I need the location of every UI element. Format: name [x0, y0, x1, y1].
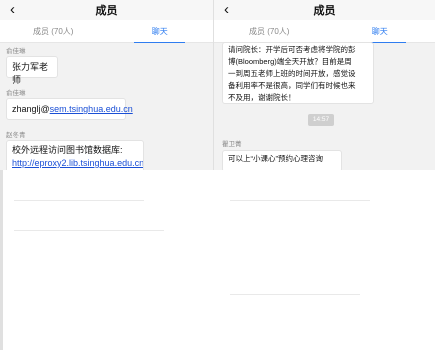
message-sender: 俞佳琳 — [6, 90, 26, 97]
tab-chat[interactable]: 聊天 — [325, 20, 435, 43]
left-edge-bar — [0, 170, 3, 350]
page-title: 成员 — [313, 5, 336, 17]
message-text-line: 一到周五老师上班的时间开放，感觉设 — [228, 69, 356, 78]
message-text: zhanglj@ — [12, 104, 50, 114]
faded-line — [230, 294, 360, 295]
message-text: 可以上“小课心”预约心理咨询 — [228, 154, 323, 163]
blank-area — [0, 170, 435, 350]
message-bubble[interactable]: 请问院长：开学后可否考虑将学院的彭 博(Bloomberg)端全天开放？目前是周… — [222, 42, 374, 104]
message-text: 校外远程访问图书馆数据库: — [12, 145, 123, 155]
screenshot-top: ‹ 成员 成员 (70人) 聊天 俞佳琳 张力军老师 俞佳琳 zhanglj@s… — [0, 0, 435, 170]
message-bubble[interactable]: zhanglj@sem.tsinghua.edu.cn — [6, 98, 133, 120]
chat-panel-left: ‹ 成员 成员 (70人) 聊天 俞佳琳 张力军老师 俞佳琳 zhanglj@s… — [0, 0, 213, 170]
timestamp-chip: 14:57 — [308, 114, 334, 126]
message-text-line: 不及用，谢谢院长！ — [228, 93, 296, 102]
faded-line — [14, 200, 144, 201]
message-bubble[interactable]: 可以上“小课心”预约心理咨询 — [222, 150, 342, 170]
chat-panel-right: ‹ 成员 成员 (70人) 聊天 请问院长：开学后可否考虑将学院的彭 博(Blo… — [213, 0, 435, 170]
message-text-line: 备利用率不是很高，同学们有时候也来 — [228, 81, 356, 90]
email-link[interactable]: sem.tsinghua.edu.cn — [50, 104, 133, 114]
nav-bar: ‹ 成员 — [0, 0, 213, 20]
nav-bar: ‹ 成员 — [214, 0, 435, 20]
message-text-line: 博(Bloomberg)端全天开放？目前是周 — [228, 57, 352, 66]
faded-line — [14, 230, 164, 231]
page-title: 成员 — [95, 5, 118, 17]
back-arrow-icon[interactable]: ‹ — [10, 0, 15, 20]
message-sender: 瞿卫菁 — [222, 141, 242, 148]
message-sender: 赵冬青 — [6, 132, 26, 139]
tab-members[interactable]: 成员 (70人) — [0, 20, 107, 42]
faded-line — [230, 200, 370, 201]
message-text-line: 请问院长：开学后可否考虑将学院的彭 — [228, 45, 356, 54]
message-bubble[interactable]: 张力军老师 — [6, 56, 58, 85]
message-bubble[interactable]: 校外远程访问图书馆数据库: http://eproxy2.lib.tsinghu… — [6, 140, 144, 170]
tab-bar: 成员 (70人) 聊天 — [214, 20, 435, 43]
back-arrow-icon[interactable]: ‹ — [224, 0, 229, 20]
message-sender: 俞佳琳 — [6, 48, 26, 55]
library-link[interactable]: http://eproxy2.lib.tsinghua.edu.cn — [12, 158, 143, 168]
tab-chat[interactable]: 聊天 — [107, 20, 214, 43]
tab-members[interactable]: 成员 (70人) — [214, 20, 325, 42]
tab-bar: 成员 (70人) 聊天 — [0, 20, 213, 43]
message-text: 张力军老师 — [12, 62, 49, 85]
